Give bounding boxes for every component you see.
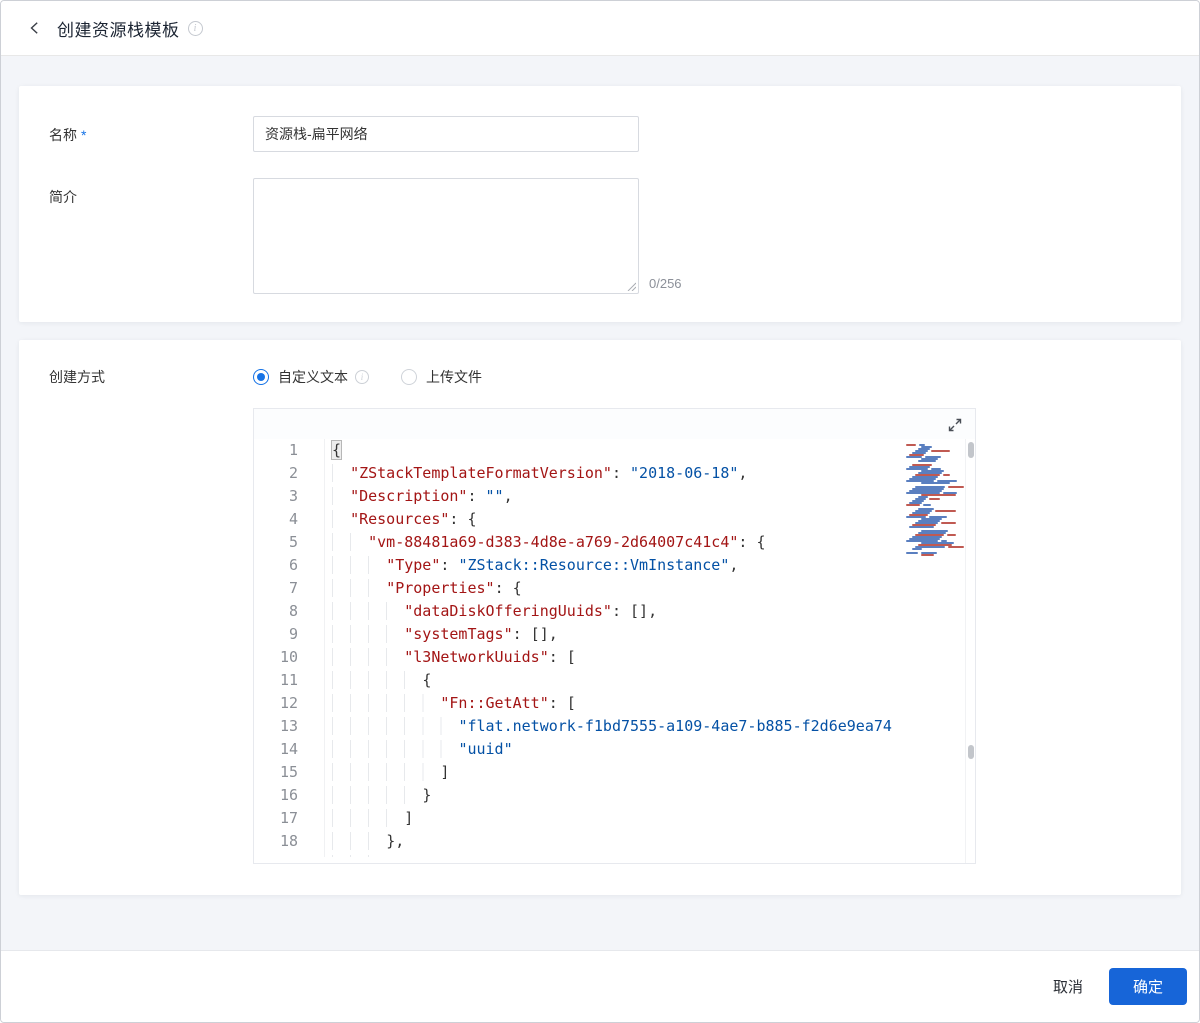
line-number: 15 <box>279 763 298 781</box>
code-line[interactable]: 15 ] <box>254 761 975 784</box>
line-number: 16 <box>279 786 298 804</box>
description-row: 简介 0/256 <box>49 178 1151 294</box>
code-line[interactable]: 2 "ZStackTemplateFormatVersion": "2018-0… <box>254 462 975 485</box>
line-number: 3 <box>288 487 298 505</box>
line-number: 1 <box>288 441 298 459</box>
required-asterisk: * <box>81 127 87 143</box>
page-body: 名称* 简介 0/256 <box>1 56 1199 950</box>
expand-icon[interactable] <box>946 416 964 434</box>
editor-toolbar <box>254 409 975 439</box>
confirm-button[interactable]: 确定 <box>1109 968 1187 1005</box>
custom-text-info-icon[interactable]: i <box>355 370 369 384</box>
name-input[interactable] <box>253 116 639 152</box>
code-line[interactable]: 6 "Type": "ZStack::Resource::VmInstance"… <box>254 554 975 577</box>
create-stack-template-window: 创建资源栈模板 i 名称* 简介 <box>0 0 1200 1023</box>
method-row: 创建方式 自定义文本 i 上传文件 <box>49 366 1151 388</box>
line-number: 13 <box>279 717 298 735</box>
code-line[interactable]: 17 ] <box>254 807 975 830</box>
line-number: 19 <box>254 853 298 857</box>
line-number: 6 <box>288 556 298 574</box>
code-line[interactable]: 8 "dataDiskOfferingUuids": [], <box>254 600 975 623</box>
page-title: 创建资源栈模板 <box>57 20 180 40</box>
editor-minimap[interactable] <box>906 441 964 863</box>
basic-info-card: 名称* 简介 0/256 <box>19 86 1181 322</box>
code-lines[interactable]: 1{2 "ZStackTemplateFormatVersion": "2018… <box>254 439 975 857</box>
scrollbar-thumb[interactable] <box>968 442 974 458</box>
code-line[interactable]: 14 "uuid" <box>254 738 975 761</box>
code-line[interactable]: 4 "Resources": { <box>254 508 975 531</box>
line-number: 2 <box>288 464 298 482</box>
code-line[interactable]: 11 { <box>254 669 975 692</box>
line-number: 8 <box>288 602 298 620</box>
title-info-icon[interactable]: i <box>187 20 203 36</box>
footer-bar: 取消 确定 <box>1 950 1199 1022</box>
line-number: 14 <box>279 740 298 758</box>
code-line[interactable]: 3 "Description": "", <box>254 485 975 508</box>
radio-group: 自定义文本 i 上传文件 <box>253 366 514 388</box>
line-number: 4 <box>288 510 298 528</box>
line-number: 11 <box>279 671 298 689</box>
line-number: 7 <box>288 579 298 597</box>
code-line[interactable]: 5 "vm-88481a69-d383-4d8e-a769-2d64007c41… <box>254 531 975 554</box>
code-line[interactable]: 10 "l3NetworkUuids": [ <box>254 646 975 669</box>
char-counter: 0/256 <box>649 276 682 291</box>
resize-handle-icon[interactable] <box>627 282 636 291</box>
line-number: 18 <box>279 832 298 850</box>
code-editor[interactable]: 1{2 "ZStackTemplateFormatVersion": "2018… <box>253 408 976 864</box>
code-line[interactable]: 16 } <box>254 784 975 807</box>
radio-custom-text[interactable]: 自定义文本 i <box>253 367 369 387</box>
editor-scrollbar[interactable] <box>965 439 975 863</box>
code-line[interactable]: 12 "Fn::GetAtt": [ <box>254 692 975 715</box>
code-line[interactable]: 9 "systemTags": [], <box>254 623 975 646</box>
page-header: 创建资源栈模板 i <box>1 1 1199 56</box>
line-number: 5 <box>288 533 298 551</box>
name-label: 名称 * <box>49 127 87 143</box>
code-line[interactable]: 13 "flat.network-f1bd7555-a109-4ae7-b885… <box>254 715 975 738</box>
code-line[interactable]: 7 "Properties": { <box>254 577 975 600</box>
radio-upload-file[interactable]: 上传文件 <box>401 367 482 387</box>
back-button[interactable] <box>25 18 45 38</box>
code-line[interactable]: 19 "DependsOn": [ <box>254 853 975 857</box>
creation-method-card: 创建方式 自定义文本 i 上传文件 1 {2 "ZStackTemplateF… <box>19 340 1181 895</box>
scrollbar-thumb[interactable] <box>968 745 974 759</box>
line-number: 10 <box>279 648 298 666</box>
description-label: 简介 <box>49 189 77 205</box>
chevron-left-icon <box>30 22 38 34</box>
radio-circle <box>401 369 417 385</box>
name-row: 名称 * <box>49 116 1151 152</box>
cancel-button[interactable]: 取消 <box>1039 968 1097 1005</box>
line-number: 17 <box>279 809 298 827</box>
method-label: 创建方式 <box>49 369 105 385</box>
code-line[interactable]: 1{ <box>254 439 975 462</box>
description-textarea[interactable] <box>253 178 639 294</box>
code-line[interactable]: 18 }, <box>254 830 975 853</box>
line-number: 9 <box>288 625 298 643</box>
line-number: 12 <box>279 694 298 712</box>
radio-circle <box>253 369 269 385</box>
